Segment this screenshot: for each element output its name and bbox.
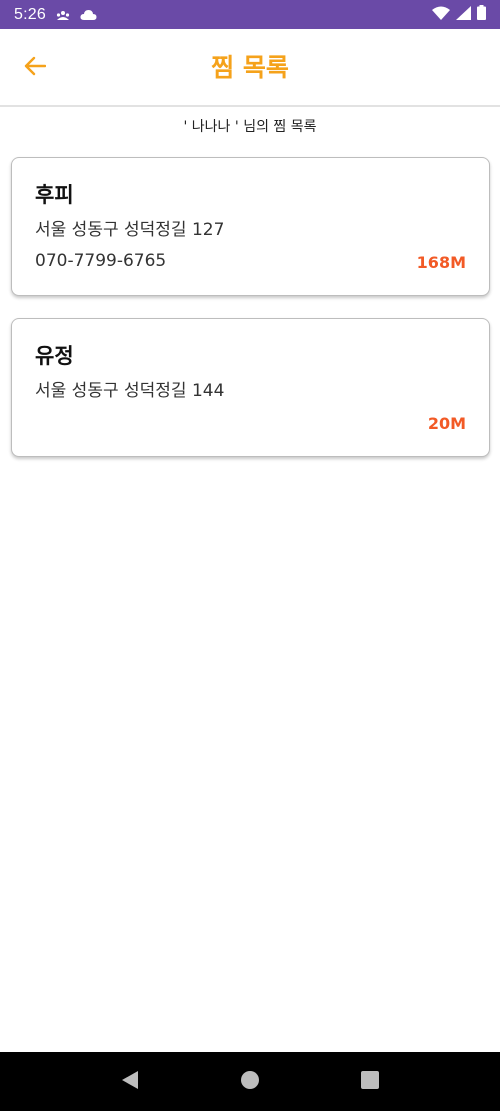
nav-back-button[interactable] bbox=[110, 1062, 150, 1102]
battery-icon bbox=[477, 5, 486, 24]
favorite-distance: 20M bbox=[427, 414, 466, 433]
favorite-card-1[interactable]: 후피 서울 성동구 성덕정길 127 070-7799-6765 168M bbox=[11, 157, 490, 296]
signal-icon bbox=[456, 5, 471, 24]
navigation-bar bbox=[0, 1052, 500, 1111]
favorite-phone: 070-7799-6765 bbox=[35, 251, 167, 271]
status-time: 5:26 bbox=[14, 5, 46, 23]
status-bar: 5:26 bbox=[0, 0, 500, 29]
back-triangle-icon bbox=[121, 1070, 139, 1094]
notification-icon bbox=[56, 5, 70, 24]
favorites-list: 후피 서울 성동구 성덕정길 127 070-7799-6765 168M 유정… bbox=[11, 157, 490, 479]
favorite-card-2[interactable]: 유정 서울 성동구 성덕정길 144 20M bbox=[11, 318, 490, 457]
app-bar: 찜 목록 bbox=[0, 29, 500, 107]
favorite-distance: 168M bbox=[416, 253, 466, 272]
nav-recents-button[interactable] bbox=[350, 1062, 390, 1102]
favorite-address: 서울 성동구 성덕정길 144 bbox=[35, 381, 225, 401]
status-left-icons bbox=[56, 5, 97, 24]
favorite-name: 유정 bbox=[35, 344, 74, 368]
favorite-name: 후피 bbox=[35, 183, 74, 207]
wifi-icon bbox=[432, 5, 450, 24]
cloud-icon bbox=[80, 5, 97, 24]
page-title: 찜 목록 bbox=[211, 53, 289, 82]
favorites-subtitle: ' 나나나 ' 님의 찜 목록 bbox=[183, 119, 317, 135]
favorite-address: 서울 성동구 성덕정길 127 bbox=[35, 220, 225, 240]
screen: 5:26 찜 목록 ' 나나나 ' 님의 찜 목록 후피 서울 성동구 성덕정길… bbox=[0, 0, 500, 1111]
home-circle-icon bbox=[240, 1070, 260, 1094]
recents-square-icon bbox=[361, 1070, 379, 1093]
nav-home-button[interactable] bbox=[230, 1062, 270, 1102]
status-right-icons bbox=[432, 5, 486, 24]
